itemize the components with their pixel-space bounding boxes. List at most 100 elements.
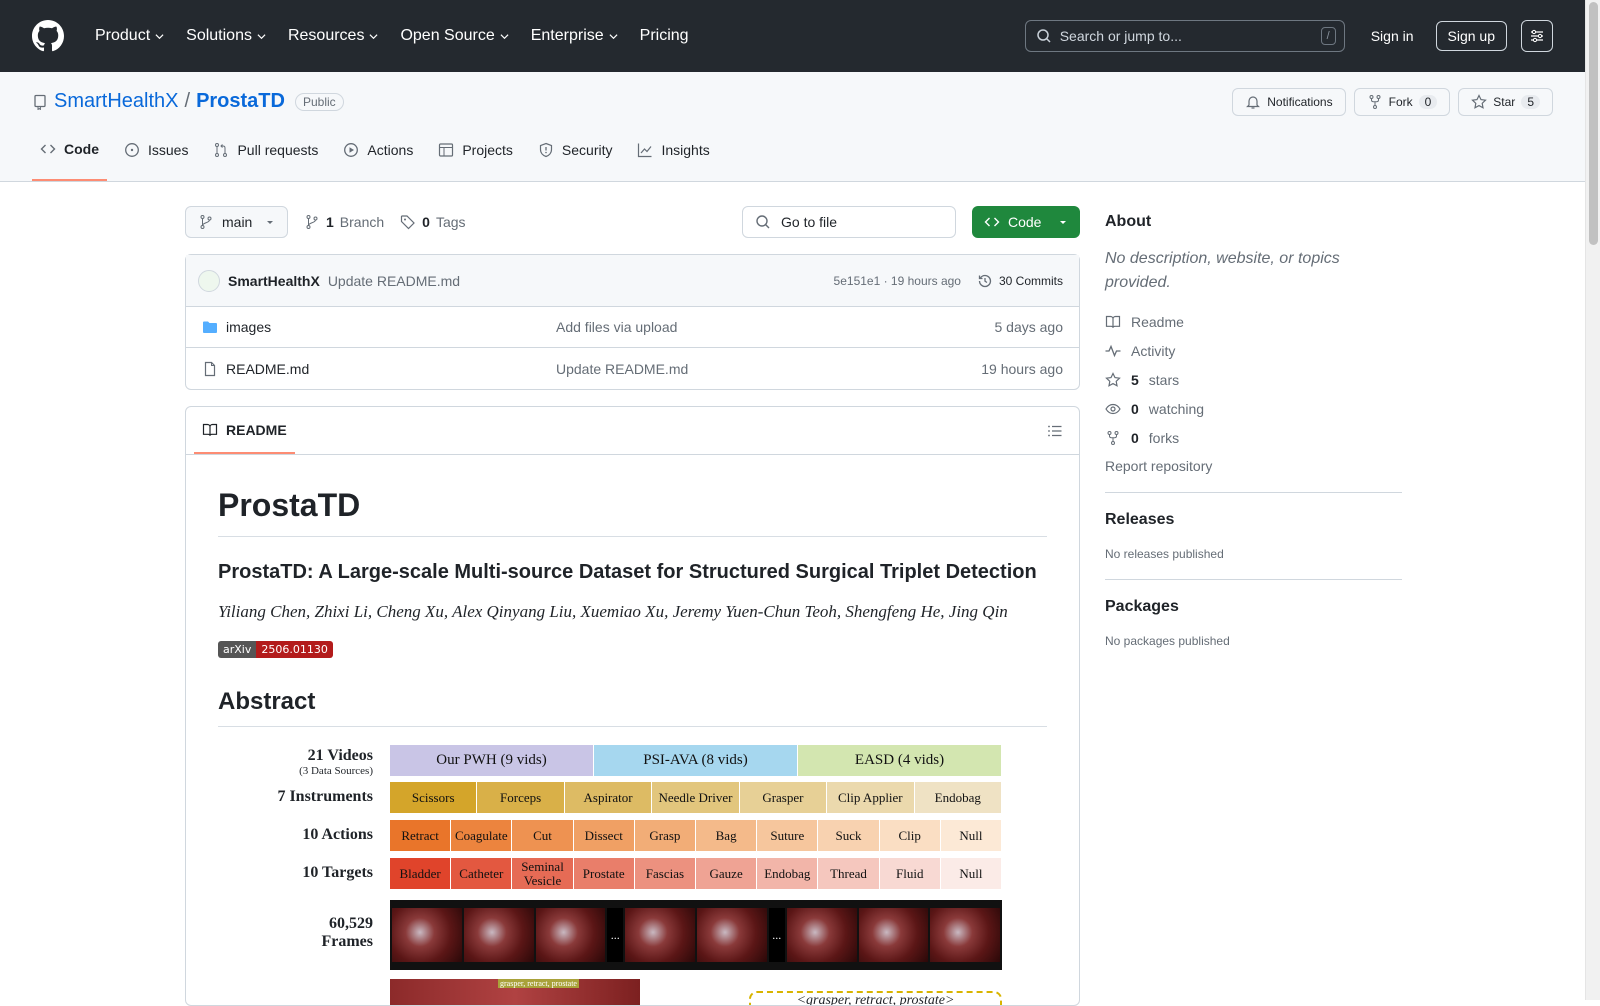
activity-link[interactable]: Activity	[1105, 342, 1402, 359]
figure-target-cell: Catheter	[451, 858, 513, 889]
branch-icon	[306, 215, 318, 229]
nav-product[interactable]: Product	[86, 19, 173, 53]
repo-title: SmartHealthX / ProstaTD Public	[32, 90, 344, 113]
sign-in-link[interactable]: Sign in	[1361, 22, 1424, 50]
tab-projects[interactable]: Projects	[430, 133, 521, 181]
readme-link[interactable]: Readme	[1105, 313, 1402, 330]
figure-instrument-cell: Grasper	[739, 782, 828, 813]
figure-target-cell: Null	[940, 858, 1003, 889]
readme-header: README	[186, 407, 1079, 455]
graph-icon	[638, 143, 652, 158]
figure-filmstrip: ... ...	[390, 900, 1002, 970]
file-commit-message[interactable]: Add files via upload	[556, 319, 677, 335]
file-row[interactable]: README.md Update README.md 19 hours ago	[186, 348, 1079, 389]
branch-selector[interactable]: main	[185, 206, 288, 238]
repo-owner-link[interactable]: SmartHealthX	[54, 90, 179, 113]
figure-videos-label: 21 Videos (3 Data Sources)	[218, 747, 373, 777]
tag-label: Tags	[435, 214, 466, 230]
tag-count: 0	[422, 214, 430, 230]
fork-label: Fork	[1388, 95, 1413, 109]
commit-sha-time[interactable]: 5e151e1 · 19 hours ago	[834, 274, 961, 288]
repo-name-link[interactable]: ProstaTD	[196, 90, 285, 113]
file-commit-message[interactable]: Update README.md	[556, 361, 688, 377]
search-icon	[756, 215, 770, 229]
file-browser: SmartHealthX Update README.md 5e151e1 · …	[185, 254, 1080, 390]
global-menu-button[interactable]	[1521, 20, 1553, 52]
figure-targets-row: Bladder Catheter Seminal Vesicle Prostate Fa…	[390, 858, 1003, 889]
fork-icon	[1107, 430, 1119, 445]
nav-resources[interactable]: Resources	[279, 19, 387, 53]
notifications-button[interactable]: Notifications	[1232, 88, 1346, 116]
global-header: Product Solutions Resources Open Source …	[0, 0, 1585, 72]
github-logo-icon[interactable]	[32, 20, 64, 52]
watching-label: watching	[1148, 400, 1205, 417]
avatar[interactable]	[198, 269, 220, 292]
history-icon	[978, 274, 992, 287]
tags-link[interactable]: 0 Tags	[400, 214, 466, 230]
chevron-down-icon	[369, 33, 378, 39]
report-repository-link[interactable]: Report repository	[1105, 458, 1402, 474]
arxiv-badge[interactable]: arXiv 2506.01130	[218, 641, 333, 658]
nav-enterprise[interactable]: Enterprise	[522, 19, 627, 53]
file-name[interactable]: images	[226, 319, 556, 335]
file-row[interactable]: images Add files via upload 5 days ago	[186, 307, 1079, 348]
search-shortcut-key: /	[1320, 27, 1336, 45]
code-dropdown-button[interactable]: Code	[972, 206, 1080, 238]
filmstrip-ellipsis: ...	[607, 908, 624, 962]
figure-target-cell: Bladder	[390, 858, 452, 889]
fork-button[interactable]: Fork 0	[1353, 88, 1451, 116]
readme-subtitle: ProstaTD: A Large-scale Multi-source Dat…	[218, 561, 1037, 583]
releases-heading[interactable]: Releases	[1105, 511, 1402, 529]
forks-link[interactable]: 0 forks	[1105, 429, 1402, 446]
table-of-contents-button[interactable]	[1047, 423, 1063, 442]
watching-link[interactable]: 0 watching	[1105, 400, 1402, 417]
figure-instrument-cell: Clip Applier	[827, 782, 915, 813]
tab-pull-requests[interactable]: Pull requests	[205, 133, 326, 181]
star-button[interactable]: Star 5	[1458, 88, 1553, 116]
video-frame	[930, 908, 1000, 962]
divider	[1105, 492, 1402, 493]
page-scrollbar[interactable]	[1585, 0, 1600, 1000]
file-name[interactable]: README.md	[226, 361, 556, 377]
tab-code[interactable]: Code	[32, 133, 107, 181]
tab-security[interactable]: Security	[530, 133, 621, 181]
file-toolbar: main 1 Branch 0 Tags Go to file Code	[185, 206, 1080, 238]
top-nav: Product Solutions Resources Open Source …	[86, 19, 698, 53]
tab-insights[interactable]: Insights	[629, 133, 717, 181]
figure-instrument-cell: Endobag	[914, 782, 1002, 813]
packages-heading[interactable]: Packages	[1105, 598, 1402, 616]
figure-action-cell: Bag	[696, 820, 758, 851]
divider	[1105, 579, 1402, 580]
scrollbar-thumb[interactable]	[1589, 2, 1598, 245]
nav-pricing[interactable]: Pricing	[631, 19, 698, 53]
branches-link[interactable]: 1 Branch	[304, 214, 384, 230]
figure-action-cell: Retract	[390, 820, 452, 851]
tab-actions[interactable]: Actions	[335, 133, 421, 181]
search-placeholder: Search or jump to...	[1059, 28, 1182, 44]
book-icon	[202, 423, 218, 436]
figure-frames-label: 60,529 Frames	[321, 915, 373, 950]
figure-target-cell: Gauze	[696, 858, 758, 889]
figure-target-cell: Endobag	[757, 858, 819, 889]
nav-solutions[interactable]: Solutions	[177, 19, 275, 53]
forks-count: 0	[1131, 429, 1139, 446]
star-icon	[1105, 371, 1121, 387]
video-frame	[786, 908, 857, 962]
commit-message[interactable]: Update README.md	[328, 273, 460, 289]
commits-link[interactable]: 30 Commits	[977, 273, 1063, 289]
figure-videos-sublabel: (3 Data Sources)	[299, 765, 373, 777]
file-date: 5 days ago	[994, 319, 1064, 335]
stars-link[interactable]: 5 stars	[1105, 371, 1402, 388]
sign-up-button[interactable]: Sign up	[1435, 21, 1507, 51]
search-input[interactable]: Search or jump to... /	[1024, 20, 1345, 52]
readme-panel: README ProstaTD ProstaTD: A Large-scale …	[185, 406, 1080, 1006]
repo-sidebar: About No description, website, or topics…	[1105, 183, 1402, 648]
tab-issues[interactable]: Issues	[116, 133, 196, 181]
readme-tab[interactable]: README	[194, 422, 295, 454]
star-icon	[1471, 94, 1488, 109]
commit-author[interactable]: SmartHealthX	[228, 273, 320, 289]
tag-icon	[401, 215, 416, 230]
go-to-file-input[interactable]: Go to file	[742, 206, 956, 238]
nav-open-source[interactable]: Open Source	[391, 19, 517, 53]
fork-count: 0	[1418, 95, 1438, 109]
